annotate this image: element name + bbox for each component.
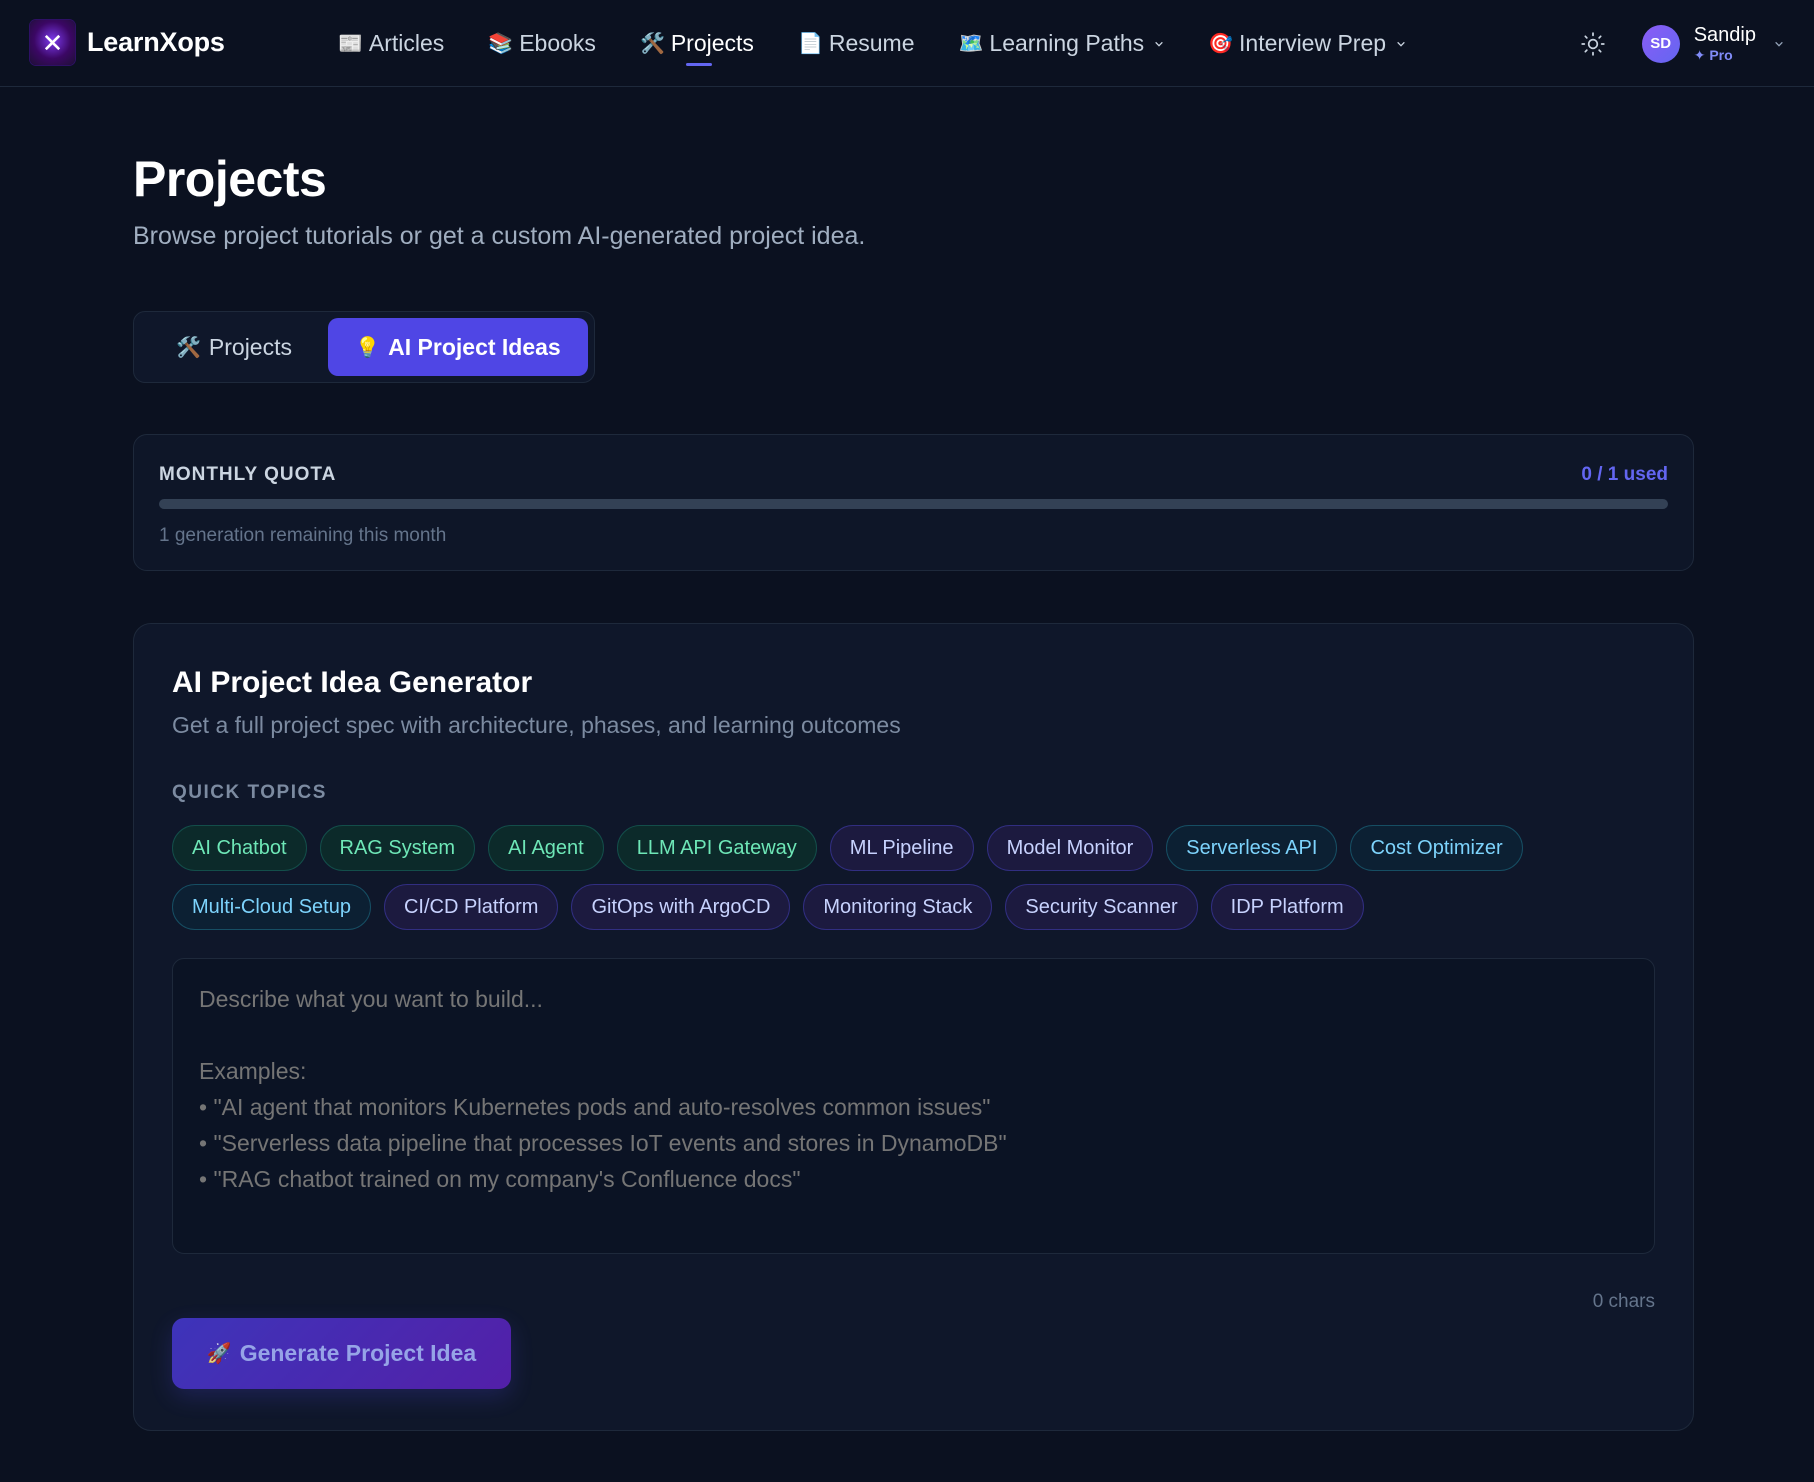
tab-ai-project-ideas[interactable]: 💡 AI Project Ideas bbox=[328, 318, 588, 376]
rocket-icon: 🚀 bbox=[206, 1343, 232, 1365]
nav-projects[interactable]: 🛠️ Projects bbox=[640, 0, 754, 87]
tab-label: Projects bbox=[208, 333, 292, 360]
topic-chip-serverless-api[interactable]: Serverless API bbox=[1166, 825, 1338, 871]
nav-label: Resume bbox=[828, 30, 915, 56]
generate-button-label: Generate Project Idea bbox=[239, 1340, 477, 1366]
nav-label: Ebooks bbox=[519, 30, 596, 56]
tab-projects[interactable]: 🛠️ Projects bbox=[140, 318, 328, 376]
quota-label: MONTHLY QUOTA bbox=[159, 464, 337, 485]
target-icon: 🎯 bbox=[1208, 33, 1234, 55]
page-subtitle: Browse project tutorials or get a custom… bbox=[133, 222, 866, 250]
topic-chip-multi-cloud-setup[interactable]: Multi-Cloud Setup bbox=[172, 884, 371, 930]
books-icon: 📚 bbox=[488, 33, 514, 55]
tab-label: AI Project Ideas bbox=[388, 333, 561, 360]
user-name: Sandip bbox=[1693, 23, 1756, 46]
brand-logo[interactable]: ✕ LearnXops bbox=[30, 20, 225, 65]
hammer-wrench-icon: 🛠️ bbox=[176, 336, 201, 359]
topic-chip-llm-api-gateway[interactable]: LLM API Gateway bbox=[616, 825, 817, 871]
user-menu-chevron-down-icon[interactable] bbox=[1774, 39, 1784, 49]
logo-icon: ✕ bbox=[30, 20, 75, 65]
nav-ebooks[interactable]: 📚 Ebooks bbox=[488, 0, 596, 87]
avatar[interactable]: SD bbox=[1641, 24, 1680, 63]
page-title: Projects bbox=[133, 151, 327, 207]
nav-resume[interactable]: 📄 Resume bbox=[798, 0, 915, 87]
nav-articles[interactable]: 📰 Articles bbox=[338, 0, 444, 87]
nav-label: Articles bbox=[368, 30, 445, 56]
user-info[interactable]: Sandip ✦ Pro bbox=[1694, 24, 1756, 63]
topic-chip-ai-agent[interactable]: AI Agent bbox=[488, 825, 604, 871]
chevron-down-icon bbox=[1397, 41, 1405, 47]
nav-right: SD Sandip ✦ Pro bbox=[1580, 0, 1784, 87]
main-content: Projects Browse project tutorials or get… bbox=[133, 87, 1694, 1431]
topic-chip-rag-system[interactable]: RAG System bbox=[319, 825, 476, 871]
project-description-textarea[interactable] bbox=[172, 958, 1655, 1254]
topic-chip-idp-platform[interactable]: IDP Platform bbox=[1210, 884, 1364, 930]
quota-remaining: 1 generation remaining this month bbox=[159, 525, 447, 546]
nav-label: Interview Prep bbox=[1239, 30, 1387, 56]
topic-chip-ci-cd-platform[interactable]: CI/CD Platform bbox=[383, 884, 559, 930]
brand-name: LearnXops bbox=[87, 27, 225, 57]
topic-chip-cost-optimizer[interactable]: Cost Optimizer bbox=[1350, 825, 1523, 871]
generator-title: AI Project Idea Generator bbox=[172, 666, 533, 699]
map-icon: 🗺️ bbox=[958, 33, 984, 55]
top-nav: ✕ LearnXops 📰 Articles 📚 Ebooks 🛠️ Projects 📄 R… bbox=[0, 0, 1814, 87]
hammer-wrench-icon: 🛠️ bbox=[639, 33, 665, 55]
nav-label: Projects bbox=[670, 30, 754, 56]
topic-chip-ai-chatbot[interactable]: AI Chatbot bbox=[172, 825, 307, 871]
char-count: 0 chars bbox=[1592, 1291, 1655, 1312]
quick-topics-label: QUICK TOPICS bbox=[172, 782, 327, 803]
quick-topics: AI Chatbot RAG System AI Agent LLM API Gate… bbox=[172, 825, 1672, 943]
nav-label: Learning Paths bbox=[989, 30, 1145, 56]
nav-learning-paths[interactable]: 🗺️ Learning Paths bbox=[959, 0, 1165, 87]
generate-project-idea-button[interactable]: 🚀 Generate Project Idea bbox=[172, 1318, 511, 1389]
view-tabs: 🛠️ Projects 💡 AI Project Ideas bbox=[133, 311, 595, 383]
document-icon: 📄 bbox=[797, 33, 823, 55]
topic-chip-monitoring-stack[interactable]: Monitoring Stack bbox=[803, 884, 993, 930]
quota-progress-bar bbox=[159, 499, 1668, 509]
topic-chip-gitops-with-argocd[interactable]: GitOps with ArgoCD bbox=[571, 884, 791, 930]
newspaper-icon: 📰 bbox=[338, 33, 363, 55]
topic-chip-model-monitor[interactable]: Model Monitor bbox=[986, 825, 1154, 871]
topic-chip-ml-pipeline[interactable]: ML Pipeline bbox=[829, 825, 974, 871]
generator-subtitle: Get a full project spec with architectur… bbox=[172, 712, 901, 738]
chevron-down-icon bbox=[1155, 41, 1163, 47]
monthly-quota-card: MONTHLY QUOTA 0 / 1 used 1 generation re… bbox=[133, 434, 1694, 571]
user-plan-badge: ✦ Pro bbox=[1693, 46, 1733, 63]
quota-used: 0 / 1 used bbox=[1581, 464, 1668, 485]
lightbulb-icon: 💡 bbox=[355, 336, 381, 359]
theme-toggle-sun-icon[interactable] bbox=[1580, 31, 1606, 57]
topic-chip-security-scanner[interactable]: Security Scanner bbox=[1005, 884, 1198, 930]
nav-links: 📰 Articles 📚 Ebooks 🛠️ Projects 📄 Resume 🗺️ Learn… bbox=[338, 0, 1450, 87]
nav-interview-prep[interactable]: 🎯 Interview Prep bbox=[1208, 0, 1406, 87]
idea-generator-card: AI Project Idea Generator Get a full pro… bbox=[133, 623, 1694, 1431]
